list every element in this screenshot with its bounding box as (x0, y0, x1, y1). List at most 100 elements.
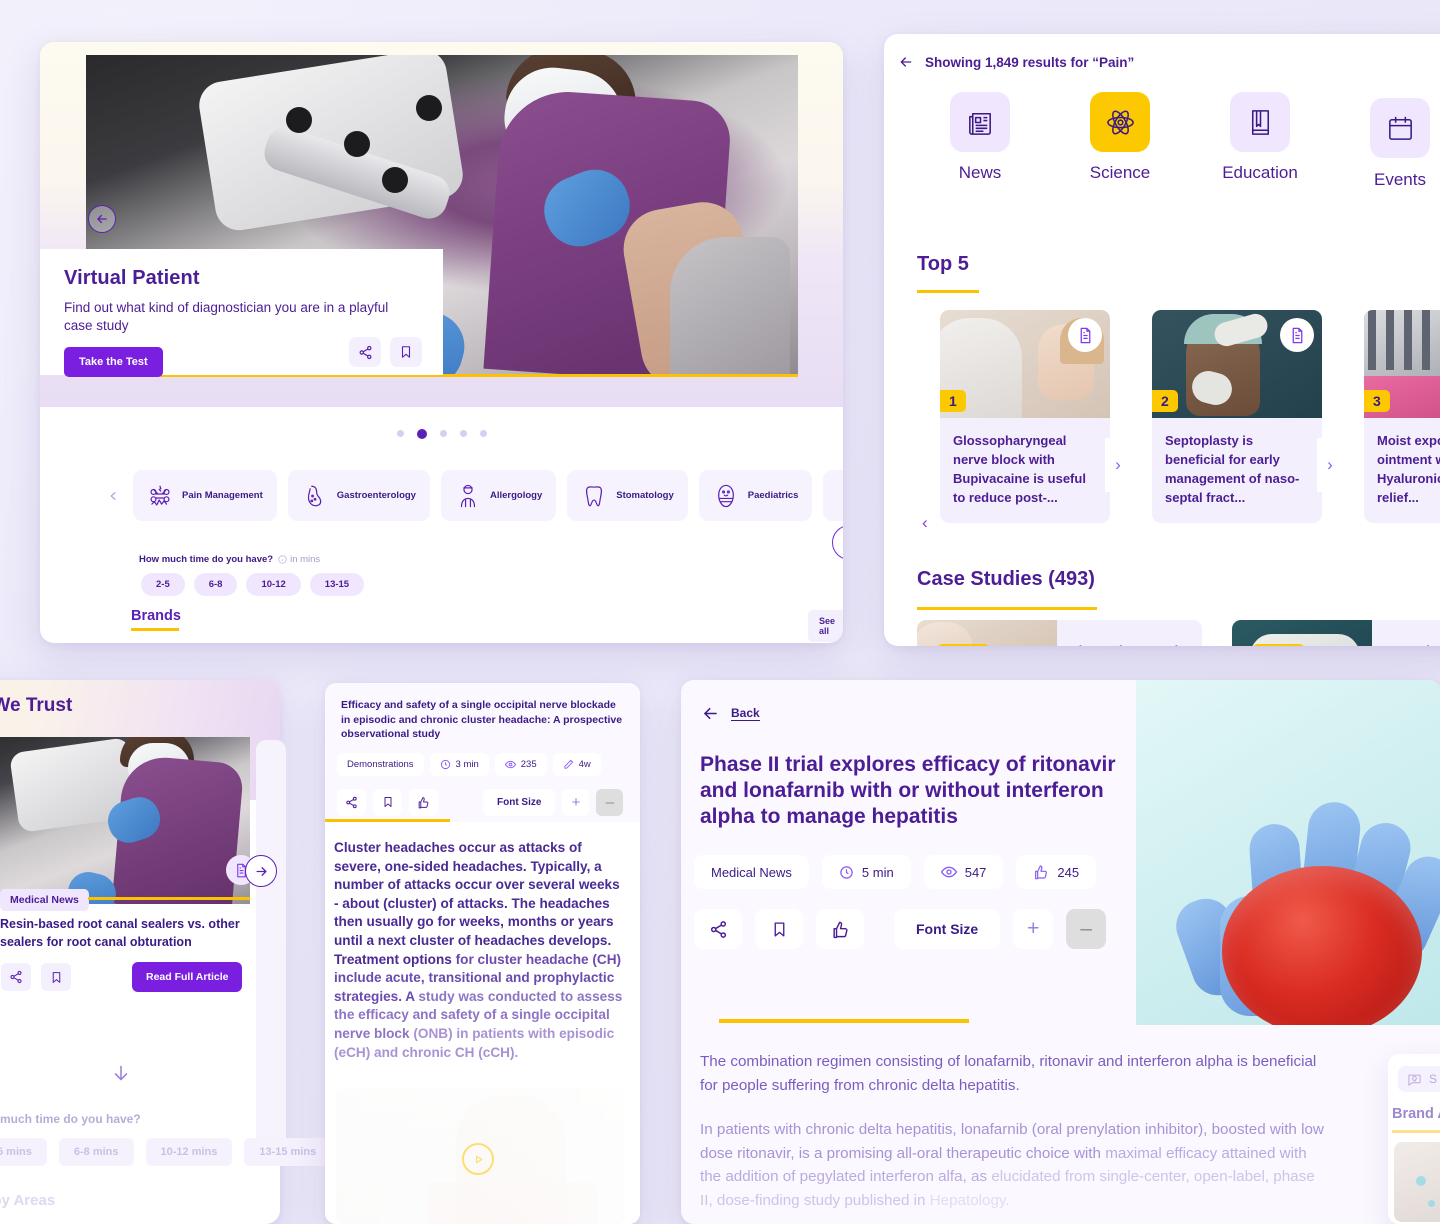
trust-share-button[interactable] (1, 963, 31, 991)
top5-carousel: 1 Glossopharyngeal nerve block with Bupi… (940, 310, 1440, 523)
top5-rank: 1 (940, 390, 966, 412)
trust-time-option[interactable]: 6-8 mins (58, 1138, 134, 1166)
trust-badge-rule (88, 897, 250, 900)
play-icon[interactable] (462, 1143, 494, 1175)
time-filter-label: How much time do you have? (139, 554, 274, 565)
article-like-button[interactable] (409, 788, 438, 816)
arrow-up-icon (842, 535, 844, 551)
body-line: chronic CH (cCH). (401, 1044, 519, 1060)
tab-label: Education (1222, 163, 1298, 182)
time-option[interactable]: 6-8 (193, 573, 238, 596)
trust-panel-title: Science, We Trust (0, 695, 73, 716)
hero-bookmark-button[interactable] (390, 337, 422, 367)
brand-rule (1392, 1130, 1440, 1133)
case-study-title: Glossopharyngeal (1057, 620, 1178, 646)
trust-headline: Resin-based root canal sealers vs. other… (0, 917, 240, 949)
arrow-left-icon (704, 707, 717, 720)
tab-news[interactable]: News (910, 92, 1050, 190)
carousel-dot[interactable] (396, 430, 404, 437)
brands-see-all-button[interactable]: See all (808, 610, 843, 642)
carousel-dot[interactable] (439, 430, 447, 437)
main-share-button[interactable] (694, 909, 742, 949)
time-option[interactable]: 2-5 (141, 573, 185, 596)
article-preview-body: Cluster headaches occur as attacks of se… (334, 839, 624, 1062)
category-carousel: Pain Management Gastroenterology Allergo… (104, 470, 843, 521)
category-prev-button[interactable] (104, 488, 122, 504)
take-the-test-button[interactable]: Take the Test (64, 347, 163, 377)
tab-education[interactable]: Education (1190, 92, 1330, 190)
case-study-title: Septoplast (1372, 620, 1440, 646)
article-bookmark-button[interactable] (373, 788, 402, 816)
document-icon[interactable] (1068, 318, 1102, 352)
brands-heading: Brands (131, 608, 181, 624)
category-pain-management[interactable]: Pain Management (133, 470, 277, 521)
top5-card-image: 1 (940, 310, 1110, 418)
back-button[interactable]: Back (701, 704, 760, 723)
font-increase-button[interactable]: + (562, 788, 590, 816)
top5-card-go-button[interactable]: › (1317, 438, 1343, 492)
trust-go-button[interactable] (245, 855, 277, 887)
category-label: Gastroenterology (336, 490, 416, 501)
main-category-label: Medical News (711, 864, 792, 880)
brands-underline (131, 628, 179, 631)
main-like-button[interactable] (816, 909, 864, 949)
time-filter-options: 2-5 6-8 10-12 13-15 (141, 573, 365, 596)
hero-prev-button[interactable] (88, 205, 116, 233)
top5-card[interactable]: 3 Moist exposed ointment with Hyaluronic… (1364, 310, 1440, 523)
time-option[interactable]: 13-15 (309, 573, 365, 596)
trust-bookmark-button[interactable] (41, 963, 71, 991)
category-partial-next[interactable] (823, 470, 843, 521)
article-preview-panel: Efficacy and safety of a single occipita… (325, 683, 640, 1224)
time-option[interactable]: 10-12 (246, 573, 301, 596)
case-study-card[interactable]: 547 Septoplast (1232, 620, 1440, 646)
category-gastroenterology[interactable]: Gastroenterology (287, 470, 430, 521)
book-icon (1230, 92, 1290, 152)
trust-time-option[interactable]: 13-15 mins (244, 1138, 332, 1166)
trust-category-badge: Medical News (0, 889, 89, 911)
top5-prev-button[interactable]: ‹ (922, 513, 928, 533)
main-font-decrease-button[interactable]: – (1066, 909, 1107, 949)
carousel-dot-active[interactable] (416, 428, 427, 439)
case-studies-row: 547 Glossopharyngeal 547 Septoplast (917, 620, 1440, 646)
document-icon[interactable] (1280, 318, 1314, 352)
article-share-button[interactable] (337, 788, 366, 816)
top5-card[interactable]: 2 Septoplasty is beneficial for early ma… (1152, 310, 1343, 523)
main-article-paragraph-2: In patients with chronic delta hepatitis… (700, 1118, 1325, 1212)
tab-science[interactable]: Science (1050, 92, 1190, 190)
tab-events[interactable]: Events (1330, 92, 1440, 190)
category-label: Allergology (489, 490, 543, 501)
category-stomatology[interactable]: Stomatology (567, 470, 688, 521)
stomach-icon (307, 485, 322, 506)
carousel-dots[interactable] (40, 428, 843, 439)
read-full-article-button[interactable]: Read Full Article (132, 962, 243, 992)
search-results-panel: Showing 1,849 results for “Pain” News Sc… (884, 34, 1440, 646)
category-label: Stomatology (616, 490, 674, 501)
top5-card[interactable]: 1 Glossopharyngeal nerve block with Bupi… (940, 310, 1131, 523)
article-video-thumbnail[interactable] (336, 1087, 624, 1224)
brand-pill-label: S (1429, 1072, 1438, 1086)
thumbs-up-icon (832, 921, 848, 938)
top5-card-go-button[interactable]: › (1105, 438, 1131, 492)
category-paediatrics[interactable]: Paediatrics (698, 470, 813, 521)
brand-pill[interactable]: S (1398, 1066, 1440, 1092)
brand-label: Brand A (1392, 1106, 1440, 1122)
scroll-to-top-button[interactable] (832, 525, 843, 560)
arrow-left-icon[interactable] (898, 54, 914, 70)
main-font-increase-button[interactable]: + (1013, 909, 1054, 949)
carousel-dot[interactable] (459, 430, 467, 437)
lightbulb-chat-icon (1408, 1074, 1421, 1086)
main-bookmark-button[interactable] (755, 909, 803, 949)
top5-card-title: Septoplasty is beneficial for early mana… (1152, 418, 1322, 523)
petri-dish (1222, 866, 1422, 1025)
hero-share-button[interactable] (349, 337, 381, 367)
trust-scroll-down-button[interactable] (110, 1062, 132, 1089)
category-allergology[interactable]: Allergology (440, 470, 557, 521)
case-study-card[interactable]: 547 Glossopharyngeal (917, 620, 1202, 646)
font-decrease-button[interactable]: – (596, 788, 624, 816)
trust-time-option[interactable]: 10-12 mins (145, 1138, 233, 1166)
back-label: Back (731, 706, 760, 721)
calendar-icon (1370, 98, 1430, 158)
eye-icon (504, 760, 516, 768)
carousel-dot[interactable] (479, 430, 487, 437)
trust-time-option[interactable]: 5 mins (0, 1138, 47, 1166)
